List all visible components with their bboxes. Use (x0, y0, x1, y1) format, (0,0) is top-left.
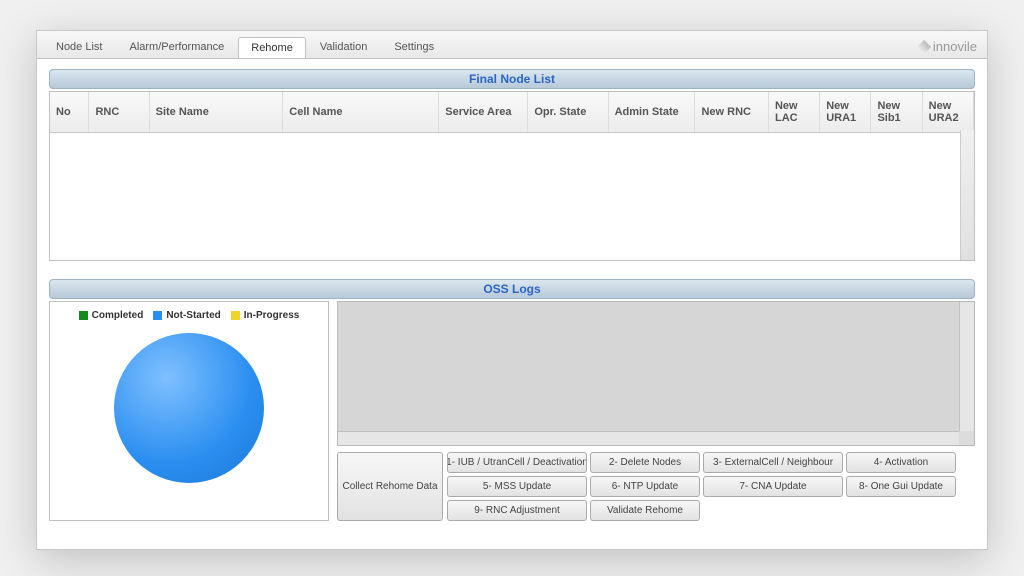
action-button-5[interactable]: 5- MSS Update (447, 476, 587, 497)
brand-logo: innovile (919, 39, 981, 54)
column-header[interactable]: No (50, 92, 89, 133)
chart-legend: Completed Not-Started In-Progress (79, 310, 300, 321)
action-button-6[interactable]: 6- NTP Update (590, 476, 700, 497)
column-header[interactable]: New URA1 (820, 92, 871, 133)
table-scrollbar[interactable] (960, 130, 974, 260)
node-table: NoRNCSite NameCell NameService AreaOpr. … (50, 92, 974, 133)
legend-swatch-completed (79, 311, 88, 320)
action-button-3[interactable]: 3- ExternalCell / Neighbour (703, 452, 843, 473)
column-header[interactable]: Site Name (149, 92, 283, 133)
brand-icon (917, 39, 931, 53)
action-button-10[interactable]: Validate Rehome (590, 500, 700, 521)
tab-validation[interactable]: Validation (307, 36, 381, 57)
column-header[interactable]: Opr. State (528, 92, 608, 133)
tab-bar: Node List Alarm/Performance Rehome Valid… (37, 31, 987, 59)
action-button-4[interactable]: 4- Activation (846, 452, 956, 473)
scrollbar-corner (959, 431, 974, 445)
tab-settings[interactable]: Settings (381, 36, 447, 57)
final-node-list-header: Final Node List (49, 69, 975, 89)
tab-rehome[interactable]: Rehome (238, 37, 306, 58)
legend-swatch-in-progress (231, 311, 240, 320)
legend-label: Completed (92, 310, 144, 321)
column-header[interactable]: New Sib1 (871, 92, 922, 133)
column-header[interactable]: Admin State (608, 92, 695, 133)
content-area: Final Node List NoRNCSite NameCell NameS… (37, 59, 987, 533)
column-header[interactable]: Cell Name (283, 92, 439, 133)
status-pie-chart (114, 333, 264, 483)
action-button-area: Collect Rehome Data 1- IUB / UtranCell /… (337, 452, 975, 521)
legend-label: In-Progress (244, 310, 300, 321)
tab-node-list[interactable]: Node List (43, 36, 115, 57)
collect-rehome-data-button[interactable]: Collect Rehome Data (337, 452, 443, 521)
app-window: Node List Alarm/Performance Rehome Valid… (36, 30, 988, 550)
lower-panel: Completed Not-Started In-Progress (49, 301, 975, 521)
legend-swatch-not-started (153, 311, 162, 320)
column-header[interactable]: New RNC (695, 92, 769, 133)
column-header[interactable]: New URA2 (922, 92, 973, 133)
oss-logs-header: OSS Logs (49, 279, 975, 299)
column-header[interactable]: Service Area (439, 92, 528, 133)
brand-text: innovile (933, 39, 977, 54)
legend-not-started: Not-Started (153, 310, 220, 321)
action-button-2[interactable]: 2- Delete Nodes (590, 452, 700, 473)
action-button-1[interactable]: 1- IUB / UtranCell / Deactivation (447, 452, 587, 473)
log-scrollbar-vertical[interactable] (959, 302, 974, 431)
logs-and-actions: Collect Rehome Data 1- IUB / UtranCell /… (337, 301, 975, 521)
table-header-row: NoRNCSite NameCell NameService AreaOpr. … (50, 92, 974, 133)
action-button-grid: 1- IUB / UtranCell / Deactivation2- Dele… (447, 452, 975, 521)
final-node-list-table: NoRNCSite NameCell NameService AreaOpr. … (49, 91, 975, 261)
log-scrollbar-horizontal[interactable] (338, 431, 959, 445)
column-header[interactable]: RNC (89, 92, 149, 133)
oss-log-textarea[interactable] (337, 301, 975, 446)
action-button-7[interactable]: 7- CNA Update (703, 476, 843, 497)
legend-completed: Completed (79, 310, 144, 321)
action-button-8[interactable]: 8- One Gui Update (846, 476, 956, 497)
column-header[interactable]: New LAC (768, 92, 819, 133)
status-chart-box: Completed Not-Started In-Progress (49, 301, 329, 521)
legend-in-progress: In-Progress (231, 310, 300, 321)
action-button-9[interactable]: 9- RNC Adjustment (447, 500, 587, 521)
tab-alarm-performance[interactable]: Alarm/Performance (116, 36, 237, 57)
legend-label: Not-Started (166, 310, 220, 321)
